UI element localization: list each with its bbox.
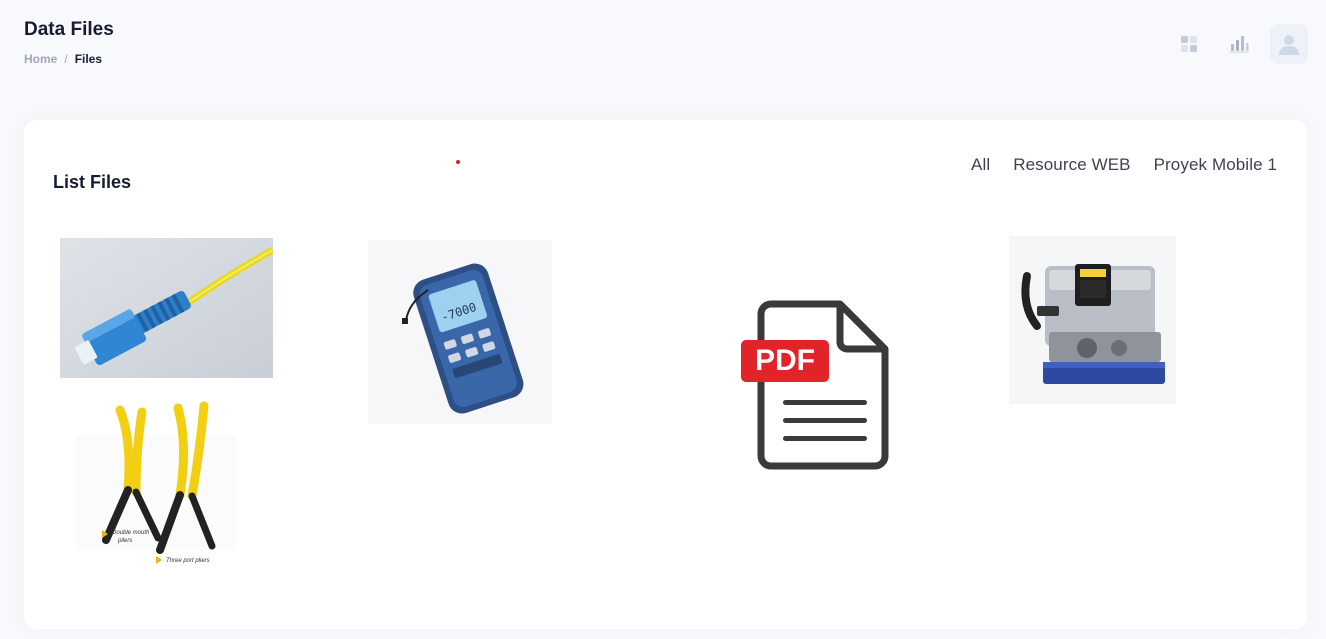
card-title: List Files [53, 172, 132, 192]
fiber-connector-image [60, 238, 273, 378]
top-header: Data Files Home / Files [0, 0, 1326, 100]
fiber-stripper-pliers-image [76, 400, 236, 575]
filter-proyek-mobile-1[interactable]: Proyek Mobile 1 [1154, 155, 1277, 175]
breadcrumb: Home / Files [24, 52, 102, 66]
breadcrumb-separator: / [64, 52, 68, 66]
files-card: List Files All Resource WEB Proyek Mobil… [24, 120, 1307, 629]
pliers-caption-double-mouth: Double mouth [112, 530, 150, 536]
apps-grid-icon [1181, 36, 1197, 52]
apps-button[interactable] [1170, 24, 1208, 64]
page-title: Data Files [24, 19, 114, 40]
fiber-cleaver-image [1009, 236, 1176, 404]
filter-tabs: All Resource WEB Proyek Mobile 1 [971, 155, 1277, 175]
header-actions [1170, 24, 1308, 64]
file-thumb-cleaver[interactable] [1009, 236, 1176, 404]
file-thumb-fiber-connector[interactable] [60, 238, 273, 378]
pliers-caption-pliers: pliers [118, 538, 133, 544]
stats-button[interactable] [1220, 24, 1258, 64]
filter-all[interactable]: All [971, 155, 990, 175]
chart-bars-icon [1229, 36, 1249, 53]
file-thumb-pdf[interactable]: PDF [739, 300, 889, 470]
optical-power-meter-image: -7000 [368, 240, 552, 424]
file-thumb-power-meter[interactable]: -7000 [368, 240, 552, 424]
file-thumb-stripper-pliers[interactable]: Double mouth pliers Three port pliers [76, 400, 236, 575]
pdf-file-icon [741, 300, 889, 470]
pdf-badge-label: PDF [755, 344, 815, 377]
decorative-dot [456, 160, 460, 164]
breadcrumb-current: Files [74, 52, 103, 66]
user-avatar-button[interactable] [1270, 24, 1308, 64]
user-avatar-icon [1279, 35, 1299, 55]
breadcrumb-home-link[interactable]: Home [24, 52, 57, 66]
pliers-caption-three-port: Three port pliers [166, 558, 210, 564]
filter-resource-web[interactable]: Resource WEB [1013, 155, 1130, 175]
